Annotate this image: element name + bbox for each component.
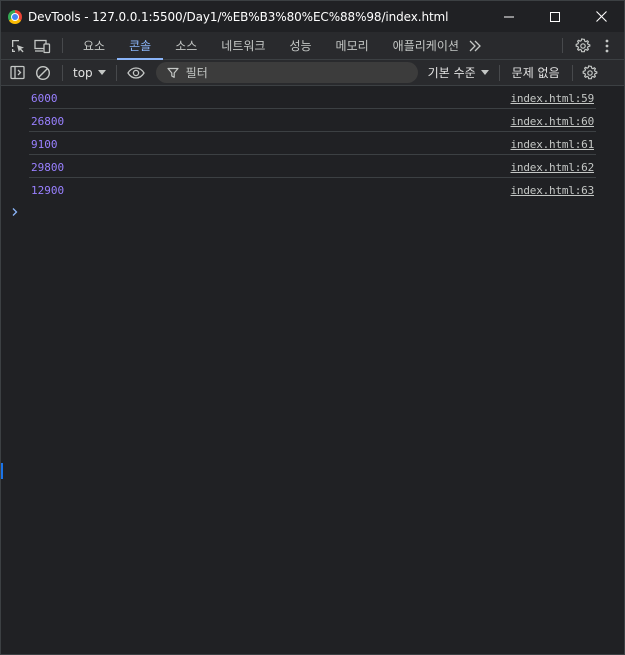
show-sidebar-button[interactable]: [4, 60, 30, 85]
toolbar-divider: [115, 64, 117, 81]
source-link[interactable]: index.html:62: [511, 161, 595, 174]
context-selector-label: top: [73, 65, 93, 80]
tab-sources[interactable]: 소스: [163, 32, 209, 59]
log-value: 9100: [31, 138, 58, 151]
drawer-resize-handle[interactable]: [1, 463, 3, 479]
tab-label: 요소: [83, 39, 106, 53]
minimize-icon: [504, 16, 514, 17]
inspect-element-icon: [12, 39, 24, 52]
panel-tab-bar: 요소 콘솔 소스 네트워크 성능 메모리 애플리케이션: [1, 32, 624, 60]
log-value: 6000: [31, 92, 58, 105]
clear-icon: [35, 65, 51, 80]
toolbar-divider: [498, 64, 500, 81]
toolbar-divider: [562, 38, 563, 53]
log-levels-label: 기본 수준: [427, 66, 476, 80]
tab-performance[interactable]: 성능: [277, 32, 323, 59]
tab-console[interactable]: 콘솔: [117, 32, 164, 60]
eye-icon: [126, 66, 145, 79]
log-value: 29800: [31, 161, 65, 174]
log-value: 26800: [31, 115, 65, 128]
tab-label: 네트워크: [221, 39, 266, 53]
tab-label: 성능: [289, 39, 312, 53]
issues-label: 문제 없음: [511, 66, 560, 80]
console-message: 29800 index.html:62: [29, 155, 596, 178]
tab-label: 소스: [175, 39, 198, 53]
close-icon: [595, 11, 607, 22]
customize-menu-button[interactable]: [595, 32, 619, 59]
more-tabs-button[interactable]: [465, 32, 485, 59]
tab-network[interactable]: 네트워크: [209, 32, 277, 59]
console-message: 9100 index.html:61: [29, 132, 596, 155]
context-selector[interactable]: top: [67, 60, 112, 85]
device-toggle-icon: [33, 39, 50, 53]
sidebar-toggle-icon: [9, 65, 25, 80]
source-link[interactable]: index.html:59: [511, 92, 595, 105]
toolbar-divider: [571, 64, 573, 81]
chevron-down-icon: [97, 70, 106, 75]
clear-console-button[interactable]: [30, 60, 56, 85]
maximize-icon: [550, 11, 560, 22]
gear-icon: [582, 64, 598, 79]
tab-elements[interactable]: 요소: [71, 32, 117, 59]
minimize-button[interactable]: [486, 1, 532, 32]
tab-label: 애플리케이션: [392, 39, 459, 53]
issues-counter[interactable]: 문제 없음: [504, 60, 568, 85]
title-bar: DevTools - 127.0.0.1:5500/Day1/%EB%B3%80…: [1, 1, 624, 32]
filter-input[interactable]: [185, 65, 406, 80]
tab-bar-actions: [554, 32, 624, 59]
devtools-window: DevTools - 127.0.0.1:5500/Day1/%EB%B3%80…: [0, 0, 625, 655]
chevron-right-icon: [12, 208, 18, 216]
console-message: 26800 index.html:60: [29, 109, 596, 132]
console-message: 6000 index.html:59: [29, 86, 596, 109]
filter-icon: [166, 66, 180, 80]
console-settings-button[interactable]: [577, 60, 603, 85]
filter-box[interactable]: [155, 62, 418, 83]
close-button[interactable]: [578, 1, 624, 32]
tab-application[interactable]: 애플리케이션: [381, 32, 465, 59]
console-output[interactable]: 6000 index.html:59 26800 index.html:60 9…: [1, 86, 624, 654]
chrome-logo-icon: [8, 9, 22, 24]
console-toolbar: top 기본 수준 문제 없음: [1, 60, 624, 86]
vertical-dots-icon: [605, 39, 609, 52]
console-message: 12900 index.html:63: [29, 178, 596, 200]
gear-icon: [575, 37, 591, 52]
window-title: DevTools - 127.0.0.1:5500/Day1/%EB%B3%80…: [28, 9, 449, 24]
console-prompt[interactable]: [11, 207, 21, 217]
log-levels-dropdown[interactable]: 기본 수준: [428, 60, 489, 85]
log-value: 12900: [31, 184, 65, 197]
tab-label: 콘솔: [129, 39, 152, 53]
device-toolbar-button[interactable]: [30, 32, 54, 59]
chevron-down-icon: [480, 70, 489, 75]
window-controls: [486, 1, 624, 32]
source-link[interactable]: index.html:63: [511, 184, 595, 197]
settings-button[interactable]: [571, 32, 595, 59]
live-expression-button[interactable]: [121, 60, 151, 85]
tab-memory[interactable]: 메모리: [324, 32, 381, 59]
toolbar-divider: [62, 64, 63, 81]
double-chevron-right-icon: [469, 40, 481, 51]
tab-label: 메모리: [335, 39, 369, 53]
maximize-button[interactable]: [532, 1, 578, 32]
source-link[interactable]: index.html:60: [511, 115, 595, 128]
source-link[interactable]: index.html:61: [511, 138, 595, 151]
inspect-element-button[interactable]: [6, 32, 30, 59]
toolbar-divider: [62, 38, 63, 53]
